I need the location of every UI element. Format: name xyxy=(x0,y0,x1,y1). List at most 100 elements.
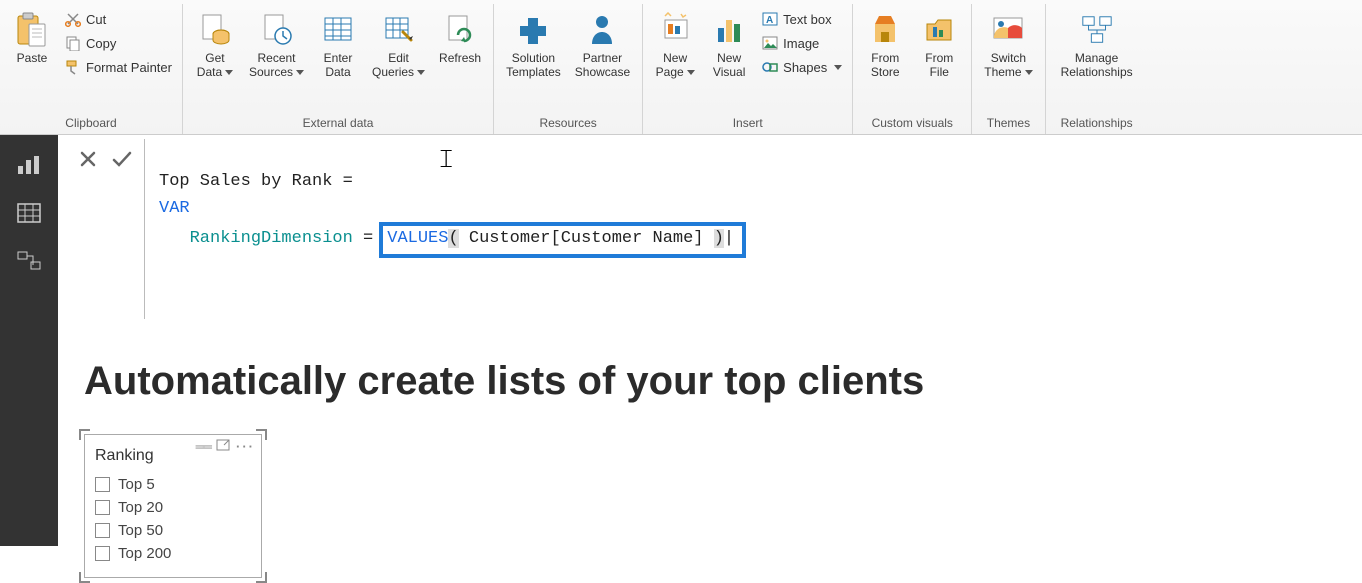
new-visual-icon xyxy=(712,8,746,52)
from-file-icon xyxy=(922,8,956,52)
copy-label: Copy xyxy=(86,36,116,51)
chevron-down-icon xyxy=(417,70,425,75)
image-label: Image xyxy=(783,36,819,51)
group-label-external-data: External data xyxy=(189,114,487,132)
slicer-focus-icon[interactable] xyxy=(216,439,230,454)
svg-text:A: A xyxy=(766,15,773,26)
group-label-relationships: Relationships xyxy=(1052,114,1142,132)
edit-queries-icon xyxy=(382,8,416,52)
ribbon: Paste Cut Copy xyxy=(0,0,1362,135)
cancel-formula-button[interactable] xyxy=(76,147,100,171)
report-view-button[interactable] xyxy=(5,143,53,187)
paste-button[interactable]: Paste xyxy=(6,6,58,68)
cut-icon xyxy=(64,10,82,28)
group-label-insert: Insert xyxy=(649,114,846,132)
text-box-button[interactable]: A Text box xyxy=(757,8,846,30)
formula-bar: Top Sales by Rank = VAR RankingDimension… xyxy=(72,139,1356,319)
group-label-custom-visuals: Custom visuals xyxy=(859,114,965,132)
chevron-down-icon xyxy=(225,70,233,75)
selection-handle-icon[interactable] xyxy=(79,571,91,583)
get-data-icon xyxy=(198,8,232,52)
selection-handle-icon[interactable] xyxy=(79,429,91,441)
image-icon xyxy=(761,34,779,52)
new-page-button[interactable]: New Page xyxy=(649,6,701,82)
get-data-label: Get Data xyxy=(197,52,233,80)
solution-templates-button[interactable]: Solution Templates xyxy=(500,6,567,82)
slicer-item-label: Top 200 xyxy=(118,545,171,562)
checkbox-icon[interactable] xyxy=(95,523,110,538)
slicer-item[interactable]: Top 50 xyxy=(93,519,253,542)
formula-input[interactable]: Top Sales by Rank = VAR RankingDimension… xyxy=(144,139,1356,319)
group-label-resources: Resources xyxy=(500,114,636,132)
copy-button[interactable]: Copy xyxy=(60,32,176,54)
shapes-button[interactable]: Shapes xyxy=(757,56,846,78)
from-file-label: From File xyxy=(925,52,953,80)
from-store-button[interactable]: From Store xyxy=(859,6,911,82)
report-canvas-area: Top Sales by Rank = VAR RankingDimension… xyxy=(58,135,1362,546)
partner-showcase-button[interactable]: Partner Showcase xyxy=(569,6,636,82)
chevron-down-icon xyxy=(1025,70,1033,75)
ranking-slicer[interactable]: ══ ··· Ranking Top 5 Top 20 Top 50 xyxy=(84,434,262,578)
ribbon-group-themes: Switch Theme Themes xyxy=(972,4,1045,134)
slicer-item[interactable]: Top 20 xyxy=(93,496,253,519)
slicer-item[interactable]: Top 5 xyxy=(93,473,253,496)
cut-label: Cut xyxy=(86,12,106,27)
ribbon-group-external-data: Get Data Recent Sources Enter Data Edit … xyxy=(183,4,494,134)
new-page-label: New Page xyxy=(656,52,695,80)
recent-sources-icon xyxy=(260,8,294,52)
format-painter-button[interactable]: Format Painter xyxy=(60,56,176,78)
from-store-icon xyxy=(868,8,902,52)
format-painter-label: Format Painter xyxy=(86,60,172,75)
formula-highlight: VALUES( Customer[Customer Name] )| xyxy=(379,222,746,258)
model-view-button[interactable] xyxy=(5,239,53,283)
text-cursor-icon: 𝙸 xyxy=(437,139,455,179)
edit-queries-button[interactable]: Edit Queries xyxy=(366,6,431,82)
from-file-button[interactable]: From File xyxy=(913,6,965,82)
ribbon-group-custom-visuals: From Store From File Custom visuals xyxy=(853,4,972,134)
recent-sources-label: Recent Sources xyxy=(249,52,304,80)
commit-formula-button[interactable] xyxy=(110,147,134,171)
checkbox-icon[interactable] xyxy=(95,477,110,492)
solution-templates-icon xyxy=(516,8,550,52)
ribbon-group-insert: New Page New Visual A Text box xyxy=(643,4,853,134)
new-visual-button[interactable]: New Visual xyxy=(703,6,755,82)
cut-button[interactable]: Cut xyxy=(60,8,176,30)
solution-templates-label: Solution Templates xyxy=(506,52,561,80)
slicer-item-label: Top 20 xyxy=(118,499,163,516)
refresh-label: Refresh xyxy=(439,52,481,66)
text-box-icon: A xyxy=(761,10,779,28)
enter-data-button[interactable]: Enter Data xyxy=(312,6,364,82)
manage-relationships-button[interactable]: Manage Relationships xyxy=(1052,6,1142,82)
partner-showcase-icon xyxy=(585,8,619,52)
enter-data-label: Enter Data xyxy=(324,52,353,80)
shapes-label: Shapes xyxy=(783,60,827,75)
switch-theme-icon xyxy=(991,8,1025,52)
checkbox-icon[interactable] xyxy=(95,546,110,561)
group-label-clipboard: Clipboard xyxy=(6,114,176,132)
checkbox-icon[interactable] xyxy=(95,500,110,515)
copy-icon xyxy=(64,34,82,52)
format-painter-icon xyxy=(64,58,82,76)
new-page-icon xyxy=(658,8,692,52)
ribbon-group-resources: Solution Templates Partner Showcase Reso… xyxy=(494,4,643,134)
chevron-down-icon xyxy=(296,70,304,75)
refresh-icon xyxy=(443,8,477,52)
chevron-down-icon xyxy=(687,70,695,75)
slicer-item-label: Top 5 xyxy=(118,476,155,493)
text-box-label: Text box xyxy=(783,12,831,27)
ribbon-group-clipboard: Paste Cut Copy xyxy=(0,4,183,134)
manage-relationships-label: Manage Relationships xyxy=(1061,52,1133,80)
slicer-drag-icon[interactable]: ══ xyxy=(196,439,210,454)
new-visual-label: New Visual xyxy=(713,52,745,80)
chevron-down-icon xyxy=(834,65,842,70)
get-data-button[interactable]: Get Data xyxy=(189,6,241,82)
selection-handle-icon[interactable] xyxy=(255,429,267,441)
refresh-button[interactable]: Refresh xyxy=(433,6,487,68)
slicer-more-icon[interactable]: ··· xyxy=(236,439,255,454)
selection-handle-icon[interactable] xyxy=(255,571,267,583)
image-button[interactable]: Image xyxy=(757,32,846,54)
recent-sources-button[interactable]: Recent Sources xyxy=(243,6,310,82)
from-store-label: From Store xyxy=(871,52,900,80)
data-view-button[interactable] xyxy=(5,191,53,235)
switch-theme-button[interactable]: Switch Theme xyxy=(978,6,1038,82)
